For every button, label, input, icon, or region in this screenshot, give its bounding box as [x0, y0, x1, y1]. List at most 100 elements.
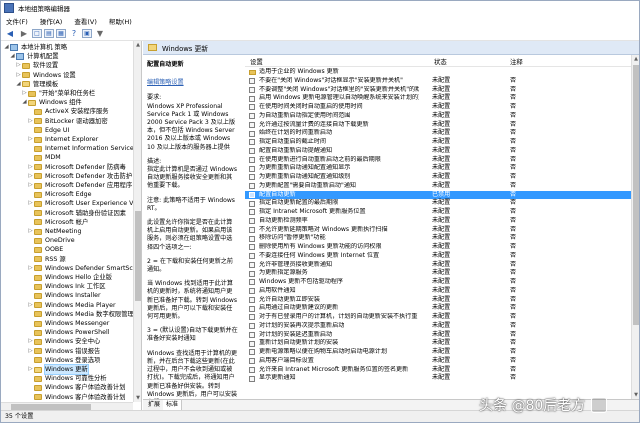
setting-row[interactable]: 为更新指定源服务 未配置 否: [245, 269, 639, 278]
show-hide-tree-icon[interactable]: □: [32, 29, 42, 38]
tree-item[interactable]: Internet Information Services: [27, 144, 137, 153]
chevron-down-icon[interactable]: ◢: [3, 43, 10, 52]
tree-item[interactable]: ▷ BitLocker 驱动器加密: [27, 117, 107, 126]
setting-row[interactable]: 指定自动更新配置的最后期限 未配置 否: [245, 199, 639, 208]
setting-row[interactable]: 允许通过按流量计费的连接自动下载更新 未配置 否: [245, 121, 639, 130]
column-header-setting[interactable]: 设置: [250, 57, 263, 66]
setting-row[interactable]: 适用于企业的 Windows 更新: [245, 68, 639, 77]
setting-row[interactable]: 为更新重新启动通知配置通知级别 未配置 否: [245, 173, 639, 182]
tree-item[interactable]: ◢ 本地计算机 策略: [3, 43, 67, 52]
list-vertical-scrollbar[interactable]: ▲ ▼: [631, 55, 639, 399]
tree-item[interactable]: Microsoft Edge: [27, 190, 92, 199]
tab-extended[interactable]: 扩展: [145, 400, 165, 410]
setting-row[interactable]: 配置自动重新启动提醒通知 未配置 否: [245, 147, 639, 156]
chevron-right-icon[interactable]: ▷: [27, 163, 34, 172]
tree-item[interactable]: ActiveX 安装程序服务: [27, 107, 109, 116]
tree-item[interactable]: OOBE: [27, 245, 63, 254]
chevron-right-icon[interactable]: ▷: [27, 117, 34, 126]
forward-arrow-icon[interactable]: ▶: [18, 29, 30, 39]
tree-item[interactable]: ▷ Internet Explorer: [27, 135, 98, 144]
setting-row[interactable]: 允许非管理员接收更新通知 未配置 否: [245, 261, 639, 270]
menu-view[interactable]: 查看(V): [74, 16, 97, 26]
tree-item[interactable]: ▷ Microsoft Defender 应用程序: [27, 181, 132, 190]
tree-item[interactable]: Windows 客户体验改善计划: [27, 383, 126, 392]
setting-row[interactable]: 为更新重新启动通知配置通知显示 未配置 否: [245, 164, 639, 173]
setting-row[interactable]: 允许自动更新立即安装 未配置 否: [245, 296, 639, 305]
menu-file[interactable]: 文件(F): [6, 16, 28, 26]
setting-row[interactable]: 显示更新通知 未配置 否: [245, 374, 639, 383]
chevron-down-icon[interactable]: ◢: [21, 98, 28, 107]
list-scroll-thumb[interactable]: [633, 65, 639, 325]
edit-policy-link[interactable]: 编辑策略设置: [147, 79, 238, 87]
back-arrow-icon[interactable]: ◀: [4, 29, 16, 39]
setting-row[interactable]: 删除使用所有 Windows 更新功能的访问权限 未配置 否: [245, 243, 639, 252]
tree-item[interactable]: Microsoft 帐户: [27, 218, 88, 227]
action-pane-icon[interactable]: ▣: [82, 29, 92, 38]
tree-item[interactable]: Windows Messenger: [27, 319, 109, 328]
tree-item[interactable]: ◢ 计算机配置: [9, 52, 58, 61]
chevron-down-icon[interactable]: ◢: [15, 80, 22, 89]
setting-row[interactable]: 对计划的安装延迟重新启动 未配置 否: [245, 331, 639, 340]
tree-scroll-thumb[interactable]: [135, 211, 141, 301]
setting-row[interactable]: 指定自动重启的截止时间 未配置 否: [245, 138, 639, 147]
setting-row[interactable]: 始终在计划的时间重新启动 未配置 否: [245, 129, 639, 138]
chevron-right-icon[interactable]: ▷: [27, 172, 34, 181]
chevron-right-icon[interactable]: ▷: [15, 71, 22, 80]
tree-item[interactable]: Microsoft 辅助身份验证因素: [27, 209, 126, 218]
menu-action[interactable]: 操作(A): [40, 16, 63, 26]
tree-item[interactable]: ▷ 软件设置: [15, 61, 58, 70]
help-icon[interactable]: ?: [68, 29, 80, 39]
chevron-right-icon[interactable]: ▷: [27, 227, 34, 236]
chevron-right-icon[interactable]: ▷: [27, 264, 34, 273]
tree-vertical-scrollbar[interactable]: ▲ ▼: [133, 41, 141, 402]
tree-item[interactable]: Edge UI: [27, 126, 69, 135]
chevron-right-icon[interactable]: ▷: [21, 89, 28, 98]
chevron-down-icon[interactable]: ◢: [9, 52, 16, 61]
chevron-right-icon[interactable]: ▷: [27, 347, 34, 356]
properties-icon[interactable]: ▤: [44, 29, 54, 38]
tree-item[interactable]: OneDrive: [27, 236, 75, 245]
setting-row[interactable]: 不允许更新延期策略对 Windows 更新执行扫描 未配置 否: [245, 226, 639, 235]
tree-item[interactable]: MDM: [27, 153, 61, 162]
tree-item[interactable]: ▷ Windows Media Player: [27, 301, 115, 310]
tree-item[interactable]: ▷ Windows 安全中心: [27, 337, 100, 346]
tree-item[interactable]: Windows 客户体验改善计划: [27, 393, 126, 402]
tree-item[interactable]: Windows Media 数字权限管理: [27, 310, 134, 319]
tree-item[interactable]: ▷ Microsoft Defender 攻击防护: [27, 172, 132, 181]
chevron-right-icon[interactable]: ▷: [27, 365, 34, 374]
chevron-right-icon[interactable]: ▷: [27, 301, 34, 310]
setting-row[interactable]: Windows 更新不包括驱动程序 未配置 否: [245, 278, 639, 287]
setting-row[interactable]: 指定 Intranet Microsoft 更新服务位置 未配置 否: [245, 208, 639, 217]
setting-row[interactable]: 为自动重新启动指定使用时间范围 未配置 否: [245, 112, 639, 121]
setting-row[interactable]: 更新电源策略以便在购物车启动时启动电源计划 未配置 否: [245, 348, 639, 357]
tree-item[interactable]: ◢ Windows 组件: [21, 98, 81, 107]
chevron-right-icon[interactable]: ▷: [15, 61, 22, 70]
setting-row[interactable]: 对计划的安装再次提示重新启动 未配置 否: [245, 322, 639, 331]
tree-item[interactable]: Windows 登录选项: [27, 356, 100, 365]
setting-row[interactable]: 对于有已登录用户的计算机，计划的自动更新安装不执行重 未配置 否: [245, 313, 639, 322]
setting-row[interactable]: 启用通过自动更新建议的更新 未配置 否: [245, 304, 639, 313]
tree-item[interactable]: ▷ Microsoft Defender 防病毒: [27, 163, 125, 172]
setting-row[interactable]: 自动更新检测频率 未配置 否: [245, 217, 639, 226]
setting-row[interactable]: 不要在"关闭 Windows"对话框显示"安装更新并关机" 未配置 否: [245, 77, 639, 86]
menu-help[interactable]: 帮助(H): [109, 16, 132, 26]
setting-row[interactable]: 在使用更新进行自动重新启动之前的最后期限 未配置 否: [245, 156, 639, 165]
list-scroll-down-arrow-icon[interactable]: ▼: [632, 391, 640, 399]
tree-item[interactable]: Windows 可靠性分析: [27, 374, 107, 383]
filter-icon[interactable]: ▼: [94, 29, 106, 39]
setting-row[interactable]: 允许来自 Intranet Microsoft 更新服务位置的签名更新 未配置 否: [245, 366, 639, 375]
setting-row[interactable]: 移除访问"暂停更新"功能 未配置 否: [245, 234, 639, 243]
tree-item[interactable]: Windows Ink 工作区: [27, 282, 106, 291]
tree-item[interactable]: ▷ Microsoft User Experience Vir: [27, 199, 137, 208]
chevron-right-icon[interactable]: ▷: [27, 199, 34, 208]
setting-row[interactable]: 不要调整"关闭 Windows"对话框里的"安装更新并关机"的默 未配置 否: [245, 86, 639, 95]
chevron-right-icon[interactable]: ▷: [27, 181, 34, 190]
setting-row[interactable]: 在使用时间关闭时自动重启的使用时间 未配置 否: [245, 103, 639, 112]
setting-row[interactable]: 配置自动更新 已禁用 否: [245, 190, 639, 200]
tree-item[interactable]: ▷ "开始"菜单和任务栏: [21, 89, 95, 98]
setting-row[interactable]: 启用 Windows 更新电源管理以自动唤醒系统来安装计划的更 未配置 否: [245, 94, 639, 103]
scroll-down-arrow-icon[interactable]: ▼: [134, 394, 142, 402]
tree-item[interactable]: RSS 源: [27, 255, 66, 264]
tab-standard[interactable]: 标准: [163, 400, 183, 410]
column-header-comment[interactable]: 注释: [510, 57, 523, 66]
